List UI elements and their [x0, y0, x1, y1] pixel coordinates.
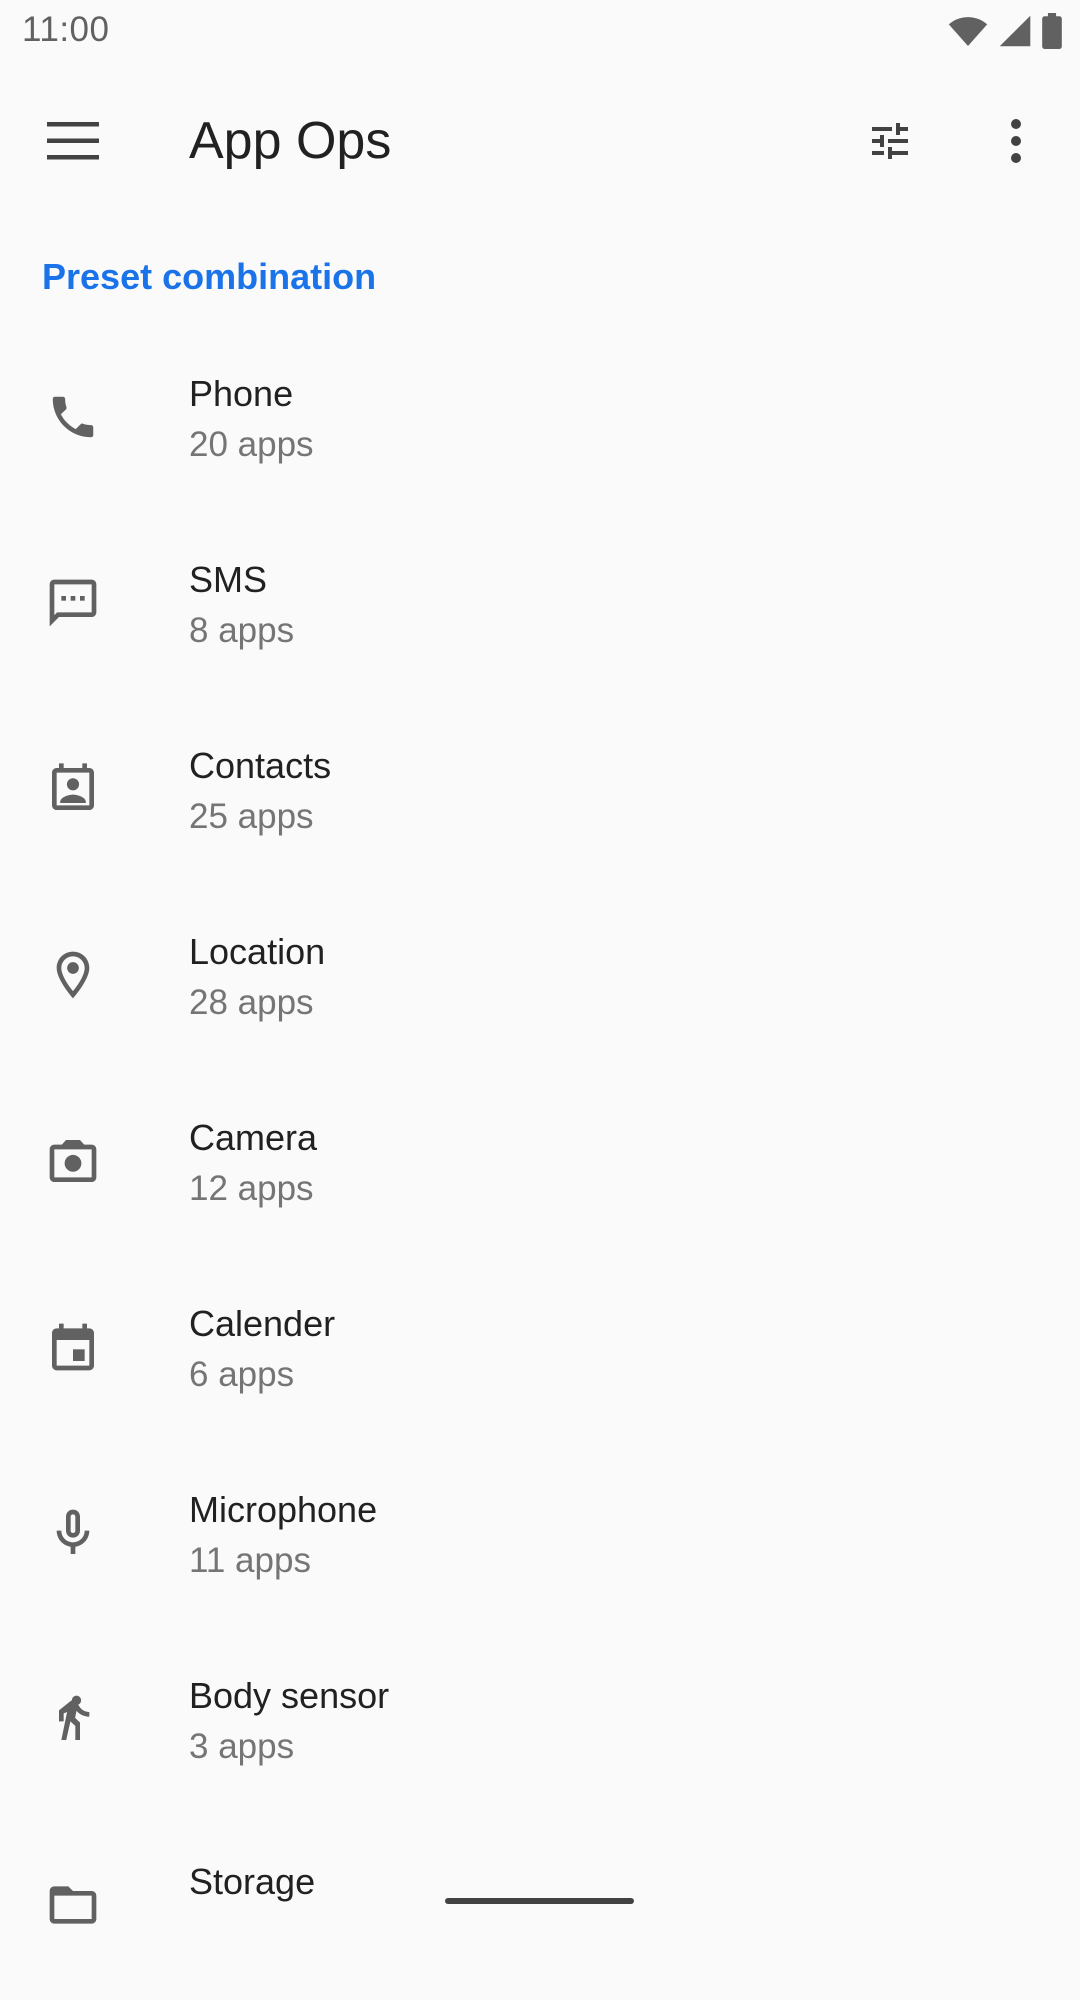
- signal-icon: [998, 14, 1032, 48]
- list-item-subtitle: 8 apps: [189, 611, 295, 650]
- camera-icon: [37, 1125, 109, 1197]
- list-item-title: SMS: [189, 559, 268, 600]
- status-icons: [948, 13, 1062, 49]
- list-item-subtitle: 3 apps: [189, 1727, 295, 1766]
- location-icon: [37, 939, 109, 1011]
- list-item-title: Contacts: [189, 745, 332, 786]
- list-item-subtitle: 11 apps: [189, 1541, 311, 1580]
- list-item-storage[interactable]: Storage: [0, 1814, 1080, 2000]
- more-vert-icon: [1009, 118, 1023, 169]
- list-item-camera[interactable]: Camera 12 apps: [0, 1070, 1080, 1256]
- menu-button[interactable]: [32, 102, 114, 184]
- list-item-subtitle: 20 apps: [189, 425, 314, 464]
- calendar-icon: [37, 1311, 109, 1383]
- list-item-microphone[interactable]: Microphone 11 apps: [0, 1442, 1080, 1628]
- list-item-subtitle: 25 apps: [189, 797, 314, 836]
- list-item-subtitle: 28 apps: [189, 983, 314, 1022]
- status-bar: 11:00: [0, 0, 1080, 64]
- permission-list: Phone 20 apps SMS 8 apps Contacts 25 app…: [0, 326, 1080, 2000]
- list-item-calendar[interactable]: Calender 6 apps: [0, 1256, 1080, 1442]
- body-sensor-icon: [37, 1683, 109, 1755]
- list-item-subtitle: 6 apps: [189, 1355, 295, 1394]
- contacts-icon: [37, 753, 109, 825]
- filter-button[interactable]: [849, 102, 931, 184]
- list-item-phone[interactable]: Phone 20 apps: [0, 326, 1080, 512]
- section-header: Preset combination: [42, 256, 377, 297]
- wifi-icon: [948, 15, 988, 47]
- list-item-title: Microphone: [189, 1489, 378, 1530]
- app-bar: App Ops: [0, 64, 1080, 212]
- more-options-button[interactable]: [975, 102, 1057, 184]
- list-item-location[interactable]: Location 28 apps: [0, 884, 1080, 1070]
- list-item-title: Calender: [189, 1303, 336, 1344]
- list-item-title: Camera: [189, 1117, 318, 1158]
- page-title: App Ops: [189, 112, 392, 170]
- microphone-icon: [37, 1497, 109, 1569]
- list-item-title: Storage: [189, 1861, 316, 1902]
- menu-icon: [47, 121, 99, 165]
- list-item-title: Body sensor: [189, 1675, 390, 1716]
- sms-icon: [37, 567, 109, 639]
- gesture-nav-handle[interactable]: [445, 1898, 634, 1904]
- list-item-contacts[interactable]: Contacts 25 apps: [0, 698, 1080, 884]
- phone-icon: [37, 381, 109, 453]
- status-time: 11:00: [22, 10, 110, 49]
- battery-icon: [1042, 13, 1062, 49]
- list-item-title: Location: [189, 931, 326, 972]
- list-item-sms[interactable]: SMS 8 apps: [0, 512, 1080, 698]
- list-item-subtitle: 12 apps: [189, 1169, 314, 1208]
- folder-icon: [37, 1869, 109, 1941]
- list-item-title: Phone: [189, 373, 294, 414]
- list-item-body-sensor[interactable]: Body sensor 3 apps: [0, 1628, 1080, 1814]
- tune-icon: [865, 117, 915, 170]
